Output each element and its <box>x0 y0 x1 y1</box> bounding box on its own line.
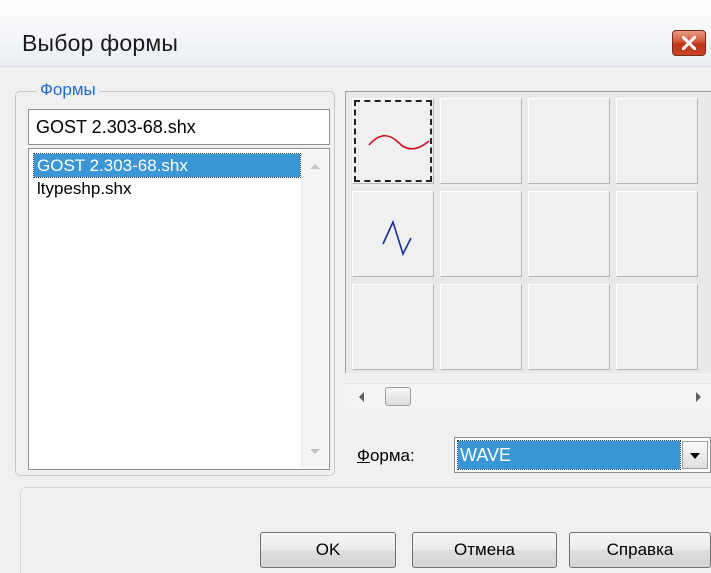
preview-horizontal-scrollbar[interactable] <box>345 383 711 409</box>
scrollbar-thumb[interactable] <box>385 387 411 406</box>
preview-cell[interactable] <box>616 98 698 184</box>
help-button[interactable]: Справка <box>569 532 711 568</box>
shape-combobox[interactable]: WAVE <box>454 437 711 473</box>
preview-cell[interactable] <box>440 284 522 370</box>
shape-file-list[interactable]: GOST 2.303-68.shx ltypeshp.shx <box>28 148 330 470</box>
shapes-group-label: Формы <box>37 80 99 100</box>
preview-cell[interactable] <box>352 284 434 370</box>
shape-field-label: Форма: <box>357 446 415 466</box>
preview-cell[interactable] <box>352 98 434 184</box>
preview-cell[interactable] <box>616 284 698 370</box>
shape-select-dialog: Выбор формы Формы GOST 2.303-68.shx GOST… <box>0 0 711 573</box>
close-icon <box>682 36 696 50</box>
preview-cell[interactable] <box>616 191 698 277</box>
preview-cell[interactable] <box>528 98 610 184</box>
close-button[interactable] <box>672 30 706 56</box>
shape-label-accelerator: Ф <box>357 446 370 465</box>
preview-cell[interactable] <box>440 191 522 277</box>
scroll-right-arrow-icon[interactable] <box>696 392 701 402</box>
list-vertical-scrollbar[interactable] <box>301 150 328 468</box>
list-item-gost[interactable]: GOST 2.303-68.shx <box>33 153 301 178</box>
scroll-down-arrow-icon[interactable] <box>310 449 320 454</box>
chevron-down-icon <box>690 453 700 459</box>
ok-button[interactable]: OK <box>260 532 396 568</box>
shape-preview-grid[interactable] <box>345 91 711 373</box>
preview-cell[interactable] <box>440 98 522 184</box>
preview-cell[interactable] <box>528 191 610 277</box>
scroll-up-arrow-icon[interactable] <box>310 164 320 169</box>
list-item-ltypeshp[interactable]: ltypeshp.shx <box>34 177 300 200</box>
shape-label-text: орма: <box>369 446 415 465</box>
title-bar[interactable]: Выбор формы <box>0 0 711 67</box>
shape-combobox-value[interactable]: WAVE <box>457 440 681 470</box>
cancel-button[interactable]: Отмена <box>412 532 557 568</box>
scroll-left-arrow-icon[interactable] <box>359 392 364 402</box>
preview-cell[interactable] <box>352 191 434 277</box>
window-title: Выбор формы <box>22 30 179 56</box>
shape-file-input[interactable]: GOST 2.303-68.shx <box>28 109 330 145</box>
dropdown-arrow-button[interactable] <box>682 441 708 469</box>
preview-cell[interactable] <box>528 284 610 370</box>
zig-shape-icon <box>382 219 412 257</box>
wave-shape-icon <box>368 134 430 150</box>
